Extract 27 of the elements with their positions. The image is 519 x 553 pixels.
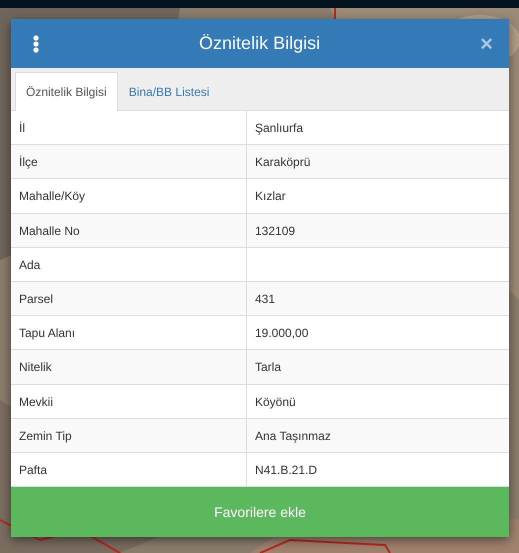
field-label: Nitelik bbox=[19, 360, 52, 374]
field-value: N41.B.21.D bbox=[255, 462, 318, 477]
field-label: Zemin Tip bbox=[19, 428, 72, 443]
field-value: Kızlar bbox=[255, 189, 286, 204]
field-value: Tarla bbox=[255, 360, 282, 374]
field-label: Parsel bbox=[19, 292, 54, 306]
menu-icon[interactable] bbox=[33, 34, 39, 52]
field-label: Ada bbox=[19, 258, 40, 272]
tab[interactable]: Bina/BB Listesi bbox=[118, 72, 220, 111]
field-label: Mevkii bbox=[19, 394, 54, 408]
dialog-title: Öznitelik Bilgisi bbox=[199, 33, 320, 53]
field-label: İlçe bbox=[19, 155, 38, 170]
field-label: Tapu Alanı bbox=[19, 326, 76, 340]
field-value: Köyönü bbox=[255, 394, 296, 408]
field-value: 431 bbox=[255, 292, 276, 306]
tab[interactable]: Öznitelik Bilgisi bbox=[15, 72, 118, 111]
add-favorites-button[interactable]: Favorilere ekle bbox=[11, 487, 509, 538]
field-label: İl bbox=[19, 121, 25, 135]
field-label: Pafta bbox=[19, 462, 48, 477]
close-button[interactable]: × bbox=[480, 32, 493, 54]
field-value: 19.000,00 bbox=[255, 326, 308, 340]
field-label: Mahalle/Köy bbox=[19, 189, 86, 204]
field-value: Ana Taşınmaz bbox=[255, 428, 331, 443]
field-label: Mahalle No bbox=[19, 224, 80, 238]
field-value: Karaköprü bbox=[255, 155, 310, 170]
field-value: 132109 bbox=[255, 224, 296, 238]
field-value: Şanlıurfa bbox=[255, 121, 304, 135]
